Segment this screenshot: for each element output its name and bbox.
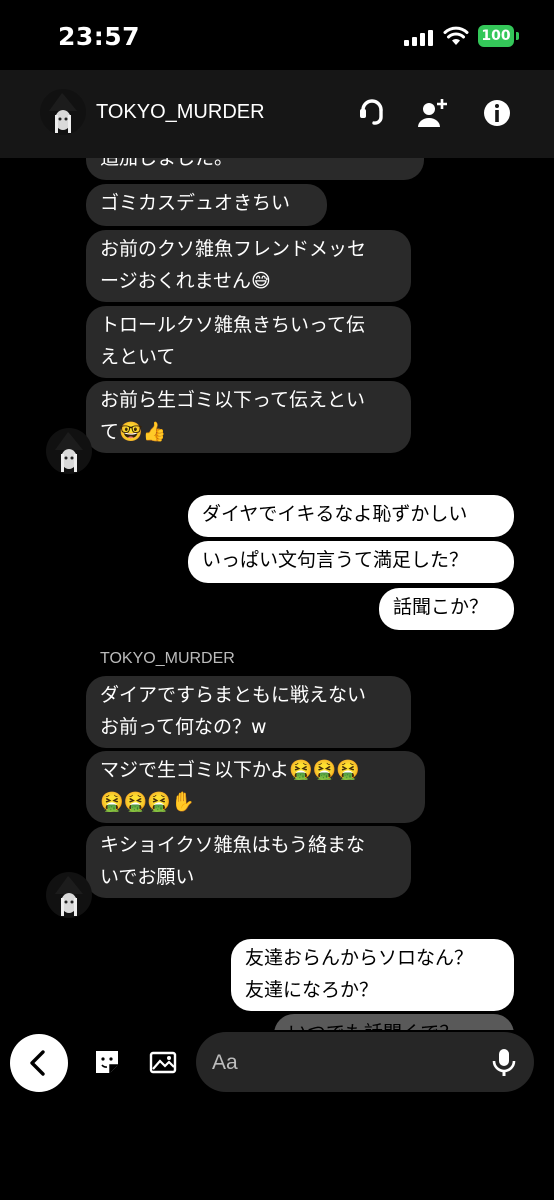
composer-bar <box>0 1030 554 1200</box>
message-bubble[interactable]: トロールクソ雑魚きちいって伝 えといて <box>86 306 411 378</box>
message-text: お前ら生ゴミ以下って伝えとい <box>100 389 366 411</box>
message-text: 🤮🤮🤮✋ <box>100 791 195 813</box>
message-text: いでお願い <box>100 866 195 888</box>
message-input-container[interactable] <box>196 1032 534 1092</box>
message-list[interactable]: 追加しました。 ゴミカスデュオきちい お前のクソ雑魚フレンドメッセ ージおくれま… <box>0 158 554 1040</box>
message-bubble[interactable]: ダイアですらまともに戦えない お前って何なの？w <box>86 676 411 748</box>
message-text: ゴミカスデュオきちい <box>100 192 291 214</box>
gallery-icon[interactable] <box>148 1047 178 1077</box>
status-bar: 23:57 100 <box>0 0 554 70</box>
signal-icon <box>404 30 434 46</box>
back-icon <box>30 1050 45 1076</box>
message-text: マジで生ゴミ以下かよ🤮🤮🤮 <box>100 759 361 781</box>
message-input[interactable] <box>210 1046 484 1080</box>
back-button[interactable] <box>10 1034 68 1092</box>
battery-cap <box>516 32 519 40</box>
call-icon[interactable] <box>354 95 390 131</box>
message-text: トロールクソ雑魚きちいって伝 <box>100 314 366 336</box>
message-bubble[interactable]: キショイクソ雑魚はもう絡まな いでお願い <box>86 826 411 898</box>
message-text: お前って何なの？w <box>100 716 267 738</box>
wifi-icon <box>443 26 469 45</box>
avatar[interactable] <box>46 872 92 918</box>
message-bubble-outgoing[interactable]: いっぱい文句言うて満足した？ <box>188 541 514 583</box>
message-bubble[interactable]: マジで生ゴミ以下かよ🤮🤮🤮 🤮🤮🤮✋ <box>86 751 425 823</box>
message-bubble-partial[interactable]: 追加しました。 <box>86 158 424 180</box>
message-text: 友達おらんからソロなん？ <box>245 947 474 969</box>
battery-indicator: 100 <box>478 25 514 47</box>
message-bubble-outgoing[interactable]: 友達おらんからソロなん？ 友達になろか？ <box>231 939 514 1011</box>
message-text: ダイアですらまともに戦えない <box>100 684 367 706</box>
status-time: 23:57 <box>58 22 141 51</box>
avatar[interactable] <box>40 89 86 135</box>
message-bubble[interactable]: ゴミカスデュオきちい <box>86 184 327 226</box>
message-text: キショイクソ雑魚はもう絡まな <box>100 834 366 856</box>
chat-title[interactable]: TOKYO_MURDER <box>96 101 265 124</box>
message-text: お前のクソ雑魚フレンドメッセ <box>100 238 367 260</box>
chat-screen: 23:57 100 TOKYO_MURDER 追加しました。 ゴミカスデュオきち… <box>0 0 554 1200</box>
message-text: 話聞こか？ <box>393 596 489 618</box>
sender-name: TOKYO_MURDER <box>100 650 235 667</box>
info-icon[interactable] <box>479 95 515 131</box>
chat-header: TOKYO_MURDER <box>0 70 554 158</box>
message-text: ダイヤでイキるなよ恥ずかしい <box>202 503 468 525</box>
message-bubble-outgoing[interactable]: ダイヤでイキるなよ恥ずかしい <box>188 495 514 537</box>
add-person-icon[interactable] <box>414 95 450 131</box>
message-bubble-outgoing[interactable]: 話聞こか？ <box>379 588 514 630</box>
message-text: えといて <box>100 346 176 368</box>
message-text: いっぱい文句言うて満足した？ <box>202 549 469 571</box>
sticker-icon[interactable] <box>92 1047 122 1077</box>
message-text: 追加しました。 <box>100 158 234 169</box>
avatar[interactable] <box>46 428 92 474</box>
message-bubble[interactable]: お前のクソ雑魚フレンドメッセ ージおくれません😅 <box>86 230 411 302</box>
message-text: ージおくれません😅 <box>100 270 271 292</box>
mic-icon[interactable] <box>488 1046 520 1078</box>
message-text: て🤓👍 <box>100 421 167 443</box>
message-bubble[interactable]: お前ら生ゴミ以下って伝えとい て🤓👍 <box>86 381 411 453</box>
message-text: 友達になろか？ <box>245 979 379 1001</box>
